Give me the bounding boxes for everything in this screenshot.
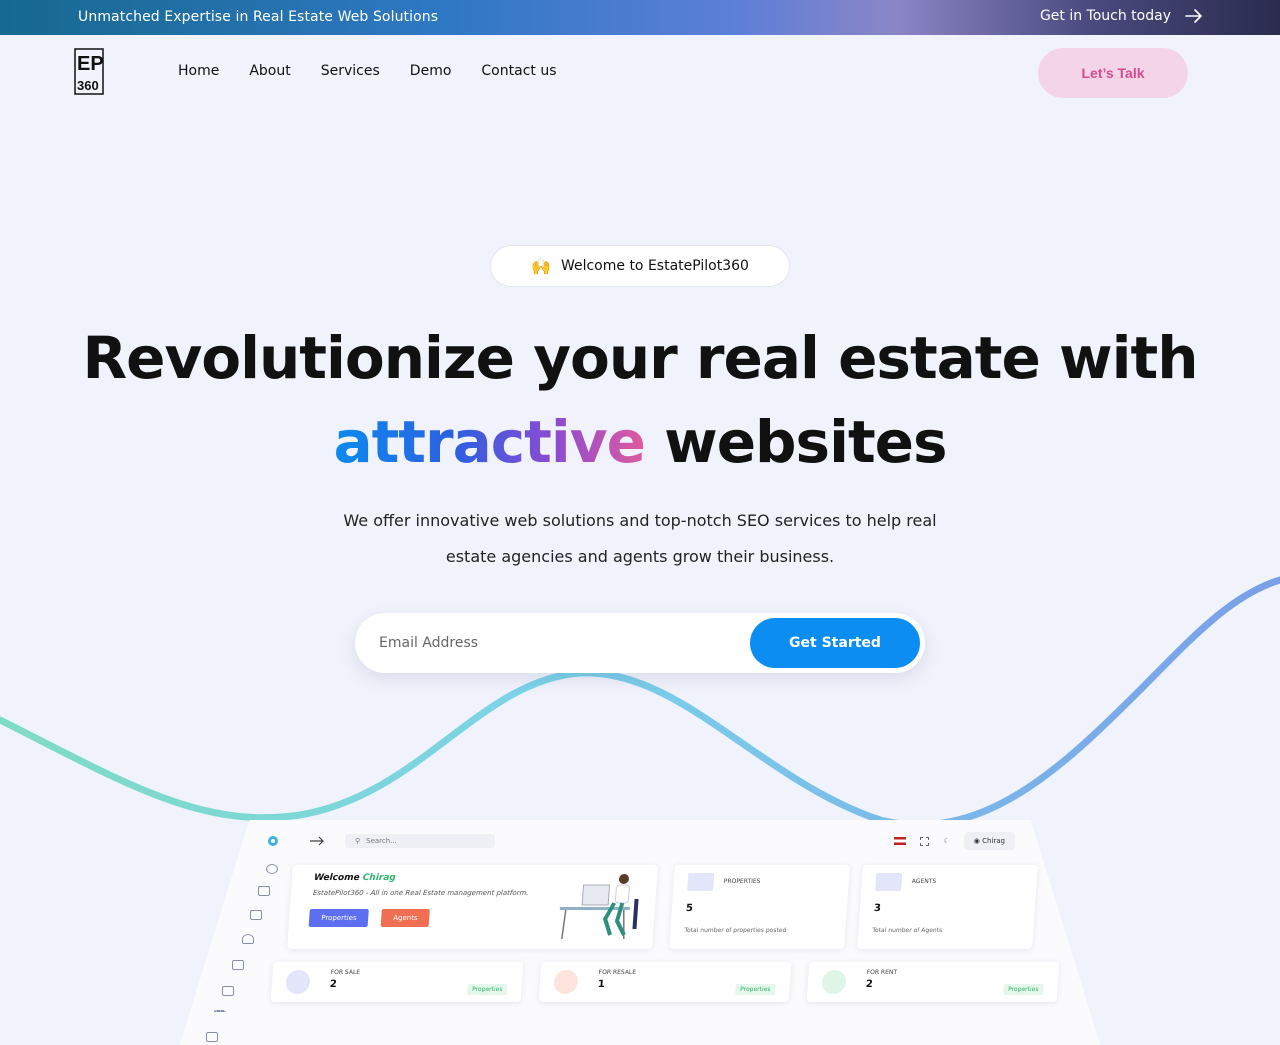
hero-headline: Revolutionize your real estate with attr… bbox=[0, 316, 1280, 484]
sidebar-icon-mail bbox=[222, 986, 234, 996]
dashboard-sidebar bbox=[200, 860, 280, 1045]
dashboard-welcome-name: Chirag bbox=[362, 873, 397, 883]
nav-services[interactable]: Services bbox=[321, 63, 380, 79]
logo-text-360: 360 bbox=[77, 78, 99, 93]
decorative-wave bbox=[0, 576, 1280, 829]
headline-gradient-word: attractive bbox=[333, 408, 645, 476]
check-icon bbox=[285, 970, 311, 994]
dashboard-logo-icon bbox=[268, 836, 278, 846]
search-icon: ⚲ bbox=[355, 837, 361, 845]
sale-value: 2 bbox=[865, 979, 874, 990]
sale-card-for-rent: FOR RENT 2 Properties bbox=[806, 962, 1060, 1002]
arrow-right-icon bbox=[310, 836, 324, 846]
sidebar-icon-agents bbox=[242, 934, 254, 944]
get-in-touch-label: Get in Touch today bbox=[1039, 8, 1171, 24]
welcome-pill: 🙌 Welcome to EstatePilot360 bbox=[490, 245, 790, 287]
stat-desc: Total number of Agents bbox=[872, 927, 943, 934]
sale-tag: Properties bbox=[734, 984, 776, 995]
sale-card-for-sale: FOR SALE 2 Properties bbox=[270, 962, 524, 1002]
lets-talk-button[interactable]: Let’s Talk bbox=[1038, 48, 1188, 98]
dashboard-agents-button: Agents bbox=[380, 909, 431, 927]
nav-demo[interactable]: Demo bbox=[410, 63, 452, 79]
sale-tag: Properties bbox=[1002, 984, 1044, 995]
main-nav: Home About Services Demo Contact us bbox=[178, 63, 557, 79]
dashboard-welcome-subtitle: EstatePilot360 - All in one Real Estate … bbox=[312, 889, 529, 897]
logo-text-ep: EP bbox=[77, 53, 104, 75]
banner-message: Unmatched Expertise in Real Estate Web S… bbox=[78, 9, 439, 25]
arrow-right-icon bbox=[1185, 9, 1202, 23]
get-started-button[interactable]: Get Started bbox=[750, 618, 920, 668]
sale-label: FOR RENT bbox=[866, 969, 898, 976]
sidebar-icon-reports bbox=[206, 1032, 218, 1042]
nav-home[interactable]: Home bbox=[178, 63, 219, 79]
welcome-pill-text: Welcome to EstatePilot360 bbox=[560, 258, 749, 274]
desk-illustration bbox=[559, 874, 639, 940]
sidebar-icon-properties bbox=[258, 886, 270, 896]
dashboard-user-area: ☾ ◉ Chirag bbox=[894, 832, 1015, 850]
dashboard-search: ⚲ Search... bbox=[345, 834, 495, 848]
home-icon bbox=[687, 873, 715, 891]
get-in-touch-link[interactable]: Get in Touch today bbox=[1040, 8, 1203, 24]
stat-label: AGENTS bbox=[911, 878, 937, 885]
dashboard-welcome-prefix: Welcome bbox=[313, 873, 360, 883]
sidebar-icon-dashboard bbox=[266, 864, 278, 874]
sale-label: FOR RESALE bbox=[598, 969, 637, 976]
hero-subtext: We offer innovative web solutions and to… bbox=[343, 511, 937, 566]
user-icon bbox=[875, 873, 903, 891]
sale-label: FOR SALE bbox=[330, 969, 361, 976]
sale-card-for-resale: FOR RESALE 1 Properties bbox=[538, 962, 792, 1002]
dashboard-welcome-title: Welcome Chirag bbox=[314, 873, 396, 883]
dashboard-properties-button: Properties bbox=[308, 909, 370, 927]
fullscreen-icon bbox=[920, 836, 930, 846]
stat-card-agents: AGENTS 3 Total number of Agents bbox=[857, 865, 1038, 949]
sale-tag: Properties bbox=[466, 984, 508, 995]
email-input[interactable] bbox=[379, 631, 719, 655]
dashboard-user-chip: ◉ Chirag bbox=[963, 832, 1015, 850]
sidebar-icon-more bbox=[214, 1010, 226, 1012]
moon-icon: ☾ bbox=[943, 837, 950, 845]
clap-icon: 🙌 bbox=[531, 256, 551, 276]
stat-value: 5 bbox=[685, 903, 694, 914]
check-icon bbox=[821, 970, 847, 994]
stat-card-properties: PROPERTIES 5 Total number of properties … bbox=[669, 865, 850, 949]
headline-rest: websites bbox=[664, 408, 947, 476]
top-banner: Unmatched Expertise in Real Estate Web S… bbox=[0, 0, 1280, 35]
stat-desc: Total number of properties posted bbox=[684, 927, 787, 934]
headline-line1: Revolutionize your real estate with bbox=[82, 324, 1198, 392]
dashboard-preview: ⚲ Search... ☾ ◉ Chirag Welcome Chirag Es… bbox=[0, 820, 1280, 1045]
sidebar-icon-messages bbox=[232, 960, 244, 970]
nav-contact[interactable]: Contact us bbox=[481, 63, 556, 79]
sale-value: 2 bbox=[329, 979, 338, 990]
sale-value: 1 bbox=[597, 979, 606, 990]
stat-label: PROPERTIES bbox=[723, 878, 761, 885]
flag-icon bbox=[894, 837, 907, 845]
dashboard-user-name: Chirag bbox=[982, 837, 1005, 845]
check-icon bbox=[553, 970, 579, 994]
dashboard-search-placeholder: Search... bbox=[366, 837, 397, 845]
stat-value: 3 bbox=[873, 903, 882, 914]
sidebar-icon-buildings bbox=[250, 910, 262, 920]
dashboard-topbar: ⚲ Search... ☾ ◉ Chirag bbox=[265, 830, 1015, 852]
email-signup-form: Get Started bbox=[355, 613, 925, 673]
logo[interactable]: EP 360 bbox=[74, 48, 104, 95]
nav-about[interactable]: About bbox=[249, 63, 290, 79]
dashboard-welcome-card: Welcome Chirag EstatePilot360 - All in o… bbox=[287, 865, 658, 949]
